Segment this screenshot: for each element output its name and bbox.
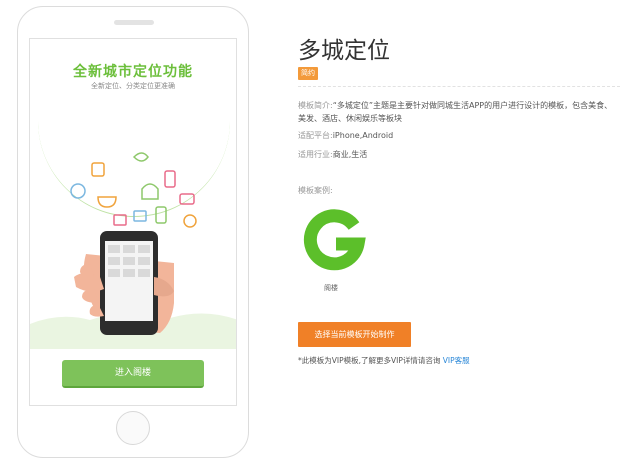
screen-title: 全新城市定位功能 [73, 64, 193, 80]
bottle-icon [155, 206, 167, 224]
phone-speaker [114, 20, 154, 25]
enter-button[interactable]: 进入阁楼 [62, 360, 204, 388]
platform-value: iPhone,Android [332, 131, 394, 140]
clock-icon [183, 214, 197, 228]
home-button [116, 411, 150, 445]
g-logo-icon [303, 209, 366, 271]
example-label: 模板案例: [298, 186, 333, 195]
food-bowl-icon [97, 196, 117, 208]
platform-row: 适配平台:iPhone,Android [298, 129, 620, 142]
leaf-icon [132, 152, 149, 162]
industry-value: 商业,生活 [332, 150, 368, 159]
phone-screen: 全新城市定位功能 全新定位、分类定位更准确 进入阁楼 [29, 38, 237, 406]
start-template-button[interactable]: 选择当前模板开始制作 [298, 322, 411, 347]
template-title: 多城定位 [298, 38, 390, 64]
screen-subtitle: 全新定位、分类定位更准确 [91, 82, 175, 90]
style-tag: 简约 [298, 67, 318, 80]
template-detail-panel: 多城定位 简约 模板简介:“多城定位”主题是主要针对做同城生活APP的用户进行设… [298, 0, 628, 462]
android-icon [141, 183, 159, 200]
vip-note-text: *此模板为VIP模板,了解更多VIP详情请咨询 [298, 356, 443, 365]
drink-icon [164, 170, 176, 188]
example-app-card[interactable] [298, 204, 370, 276]
example-app-name: 阁楼 [324, 284, 338, 292]
description-label: 模板简介: [298, 101, 333, 110]
divider [298, 86, 620, 87]
phone-mockup: 全新城市定位功能 全新定位、分类定位更准确 进入阁楼 [17, 6, 249, 458]
hand-holding-phone-illustration [30, 152, 236, 349]
industry-label: 适用行业: [298, 150, 333, 159]
vip-service-link[interactable]: VIP客服 [443, 356, 470, 365]
shopping-icon [133, 210, 147, 222]
vip-note: *此模板为VIP模板,了解更多VIP详情请咨询 VIP客服 [298, 355, 470, 366]
gift-icon [113, 214, 127, 226]
fork-knife-icon [70, 183, 86, 199]
cake-icon [179, 193, 195, 205]
coffee-cup-icon [91, 162, 105, 177]
description-text: “多城定位”主题是主要针对做同城生活APP的用户进行设计的模板，包含美食、美发、… [298, 101, 613, 123]
platform-label: 适配平台: [298, 131, 333, 140]
industry-row: 适用行业:商业,生活 [298, 148, 620, 161]
template-description: 模板简介:“多城定位”主题是主要针对做同城生活APP的用户进行设计的模板，包含美… [298, 99, 620, 125]
